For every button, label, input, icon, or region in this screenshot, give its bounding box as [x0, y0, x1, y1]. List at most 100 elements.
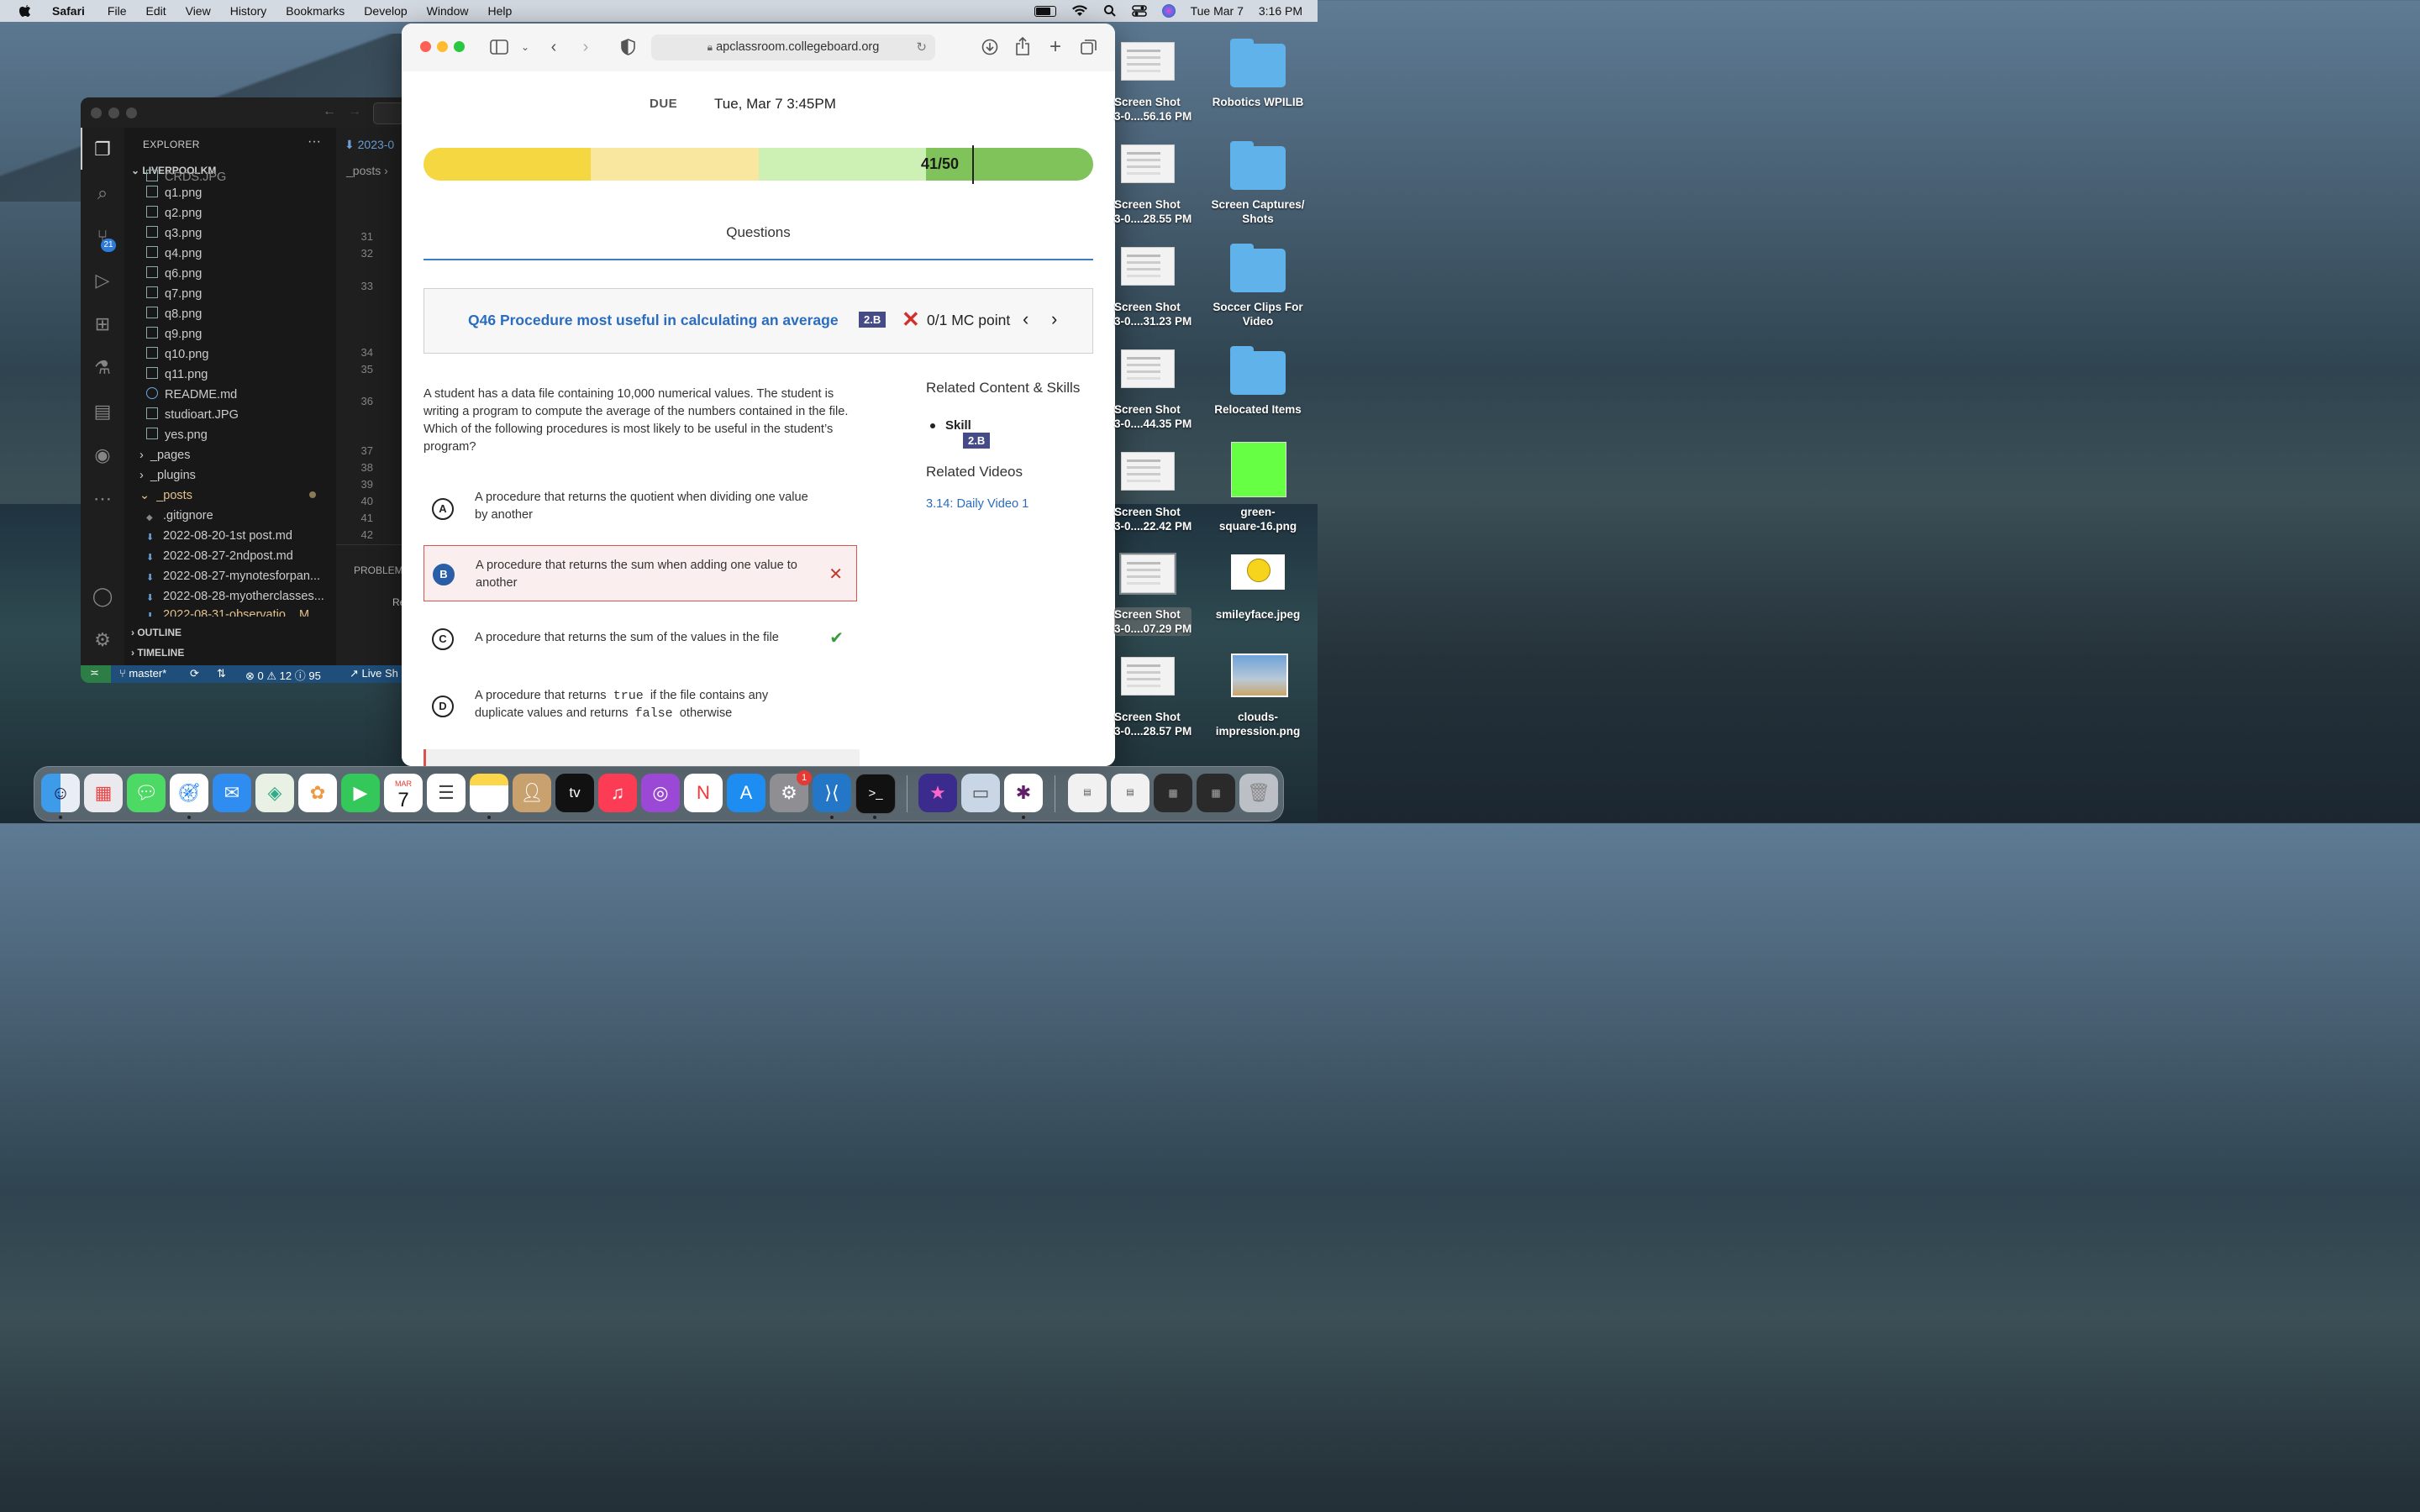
- file-item[interactable]: q1.png: [146, 183, 335, 203]
- breadcrumb[interactable]: _posts ›: [346, 164, 388, 177]
- maps-icon[interactable]: ◈: [255, 774, 294, 812]
- menu-history[interactable]: History: [230, 4, 267, 18]
- option-a[interactable]: A A procedure that returns the quotient …: [424, 489, 857, 545]
- folder-item[interactable]: ⌄ _posts: [139, 486, 329, 506]
- sync-icon[interactable]: ⟳: [190, 667, 199, 680]
- control-center-icon[interactable]: [1131, 4, 1147, 18]
- downloads-stack-icon[interactable]: ▦: [1197, 774, 1235, 812]
- safari-icon[interactable]: 🧭︎: [170, 774, 208, 812]
- facetime-icon[interactable]: ▶: [341, 774, 380, 812]
- next-question-button[interactable]: ›: [1051, 308, 1057, 330]
- option-d[interactable]: D A procedure that returns true if the f…: [424, 687, 857, 743]
- more-icon[interactable]: ⋯: [91, 487, 114, 511]
- file-item[interactable]: ◆ .gitignore: [146, 506, 335, 526]
- app-store-icon[interactable]: A: [727, 774, 765, 812]
- file-item[interactable]: q11.png: [146, 365, 335, 385]
- option-b[interactable]: B A procedure that returns the sum when …: [424, 545, 857, 601]
- explorer-more-button[interactable]: ···: [308, 134, 321, 150]
- spotlight-search-icon[interactable]: [1103, 4, 1117, 18]
- live-share-button[interactable]: ↗ Live Sh: [350, 667, 398, 680]
- terminal-icon[interactable]: >_: [855, 774, 896, 814]
- file-item[interactable]: ⬇ 2022-08-20-1st post.md: [146, 526, 335, 546]
- calendar-icon[interactable]: MAR 7: [384, 774, 423, 812]
- settings-gear-icon[interactable]: ⚙: [91, 628, 114, 652]
- github-icon[interactable]: ◉: [91, 444, 114, 467]
- folder-item[interactable]: › _pages: [139, 445, 329, 465]
- finder-icon[interactable]: ☺: [41, 774, 80, 812]
- vscode-minimize-button[interactable]: [108, 108, 119, 118]
- imovie-icon[interactable]: ★: [918, 774, 957, 812]
- wifi-icon[interactable]: [1071, 5, 1088, 17]
- file-item-partial[interactable]: ⬇ 2022-08-31-observatio... M: [146, 606, 335, 617]
- downloads-icon[interactable]: [981, 39, 998, 55]
- share-icon[interactable]: [1015, 37, 1030, 55]
- menu-help[interactable]: Help: [487, 4, 512, 18]
- timeline-section[interactable]: › TIMELINE: [131, 647, 184, 659]
- file-item[interactable]: q10.png: [146, 344, 335, 365]
- privacy-shield-icon[interactable]: [621, 39, 635, 55]
- forward-icon[interactable]: ›: [576, 37, 596, 57]
- file-item[interactable]: ⬇ 2022-08-28-myotherclasses...: [146, 586, 335, 606]
- publish-icon[interactable]: ⇅: [217, 667, 226, 680]
- menu-file[interactable]: File: [108, 4, 127, 18]
- editor-tab[interactable]: ⬇ 2023-0: [345, 138, 394, 152]
- file-item[interactable]: ⬇ 2022-08-27-mynotesforpan...: [146, 566, 335, 586]
- screenshot-stack-icon[interactable]: ▦: [1154, 774, 1192, 812]
- trash-icon[interactable]: 🗑︎: [1239, 774, 1278, 812]
- close-button[interactable]: [420, 41, 431, 52]
- launchpad-icon[interactable]: ▦: [84, 774, 123, 812]
- contacts-icon[interactable]: 👤︎: [513, 774, 551, 812]
- vscode-zoom-button[interactable]: [126, 108, 137, 118]
- file-item[interactable]: q3.png: [146, 223, 335, 244]
- mail-icon[interactable]: ✉: [213, 774, 251, 812]
- file-item[interactable]: q4.png: [146, 244, 335, 264]
- extensions-icon[interactable]: ⊞: [91, 312, 114, 336]
- notebook-icon[interactable]: ▤: [91, 400, 114, 423]
- file-item[interactable]: q9.png: [146, 324, 335, 344]
- chevron-down-icon[interactable]: ⌄: [515, 37, 535, 57]
- menubar-date[interactable]: Tue Mar 7: [1191, 4, 1244, 18]
- battery-icon[interactable]: [1034, 5, 1056, 17]
- file-item[interactable]: q7.png: [146, 284, 335, 304]
- tab-overview-icon[interactable]: [1081, 39, 1097, 55]
- file-item-partial[interactable]: CRDS.JPG: [146, 170, 335, 181]
- video-link[interactable]: 3.14: Daily Video 1: [926, 497, 1028, 511]
- outline-section[interactable]: › OUTLINE: [131, 627, 182, 638]
- music-icon[interactable]: ♫: [598, 774, 637, 812]
- heic-document-icon[interactable]: ▤: [1111, 774, 1150, 812]
- zoom-button[interactable]: [454, 41, 465, 52]
- podcasts-icon[interactable]: ◎: [641, 774, 680, 812]
- siri-icon[interactable]: [1161, 4, 1176, 18]
- previous-question-button[interactable]: ‹: [1023, 308, 1028, 330]
- png-document-icon[interactable]: ▤: [1068, 774, 1107, 812]
- vscode-close-button[interactable]: [91, 108, 102, 118]
- file-item[interactable]: q2.png: [146, 203, 335, 223]
- explorer-icon[interactable]: ❐: [91, 138, 114, 161]
- menu-view[interactable]: View: [186, 4, 211, 18]
- reload-icon[interactable]: ↻: [916, 34, 927, 60]
- reminders-icon[interactable]: ☰: [427, 774, 466, 812]
- back-arrow-icon[interactable]: ←: [323, 104, 336, 119]
- menubar-time[interactable]: 3:16 PM: [1259, 4, 1302, 18]
- menu-bookmarks[interactable]: Bookmarks: [286, 4, 345, 18]
- forward-arrow-icon[interactable]: →: [348, 104, 361, 119]
- file-item[interactable]: q6.png: [146, 264, 335, 284]
- file-item[interactable]: yes.png: [146, 425, 335, 445]
- file-item[interactable]: studioart.JPG: [146, 405, 335, 425]
- apple-tv-icon[interactable]: tv: [555, 774, 594, 812]
- vscode-icon[interactable]: ⟩⟨: [813, 774, 851, 812]
- menu-window[interactable]: Window: [427, 4, 469, 18]
- remote-button[interactable]: ≍: [81, 665, 111, 683]
- file-item[interactable]: ⬇ 2022-08-27-2ndpost.md: [146, 546, 335, 566]
- preview-icon[interactable]: ▭: [961, 774, 1000, 812]
- run-debug-icon[interactable]: ▷: [91, 269, 114, 292]
- new-tab-icon[interactable]: +: [1045, 37, 1065, 57]
- branch-indicator[interactable]: ⑂ master*: [119, 667, 166, 680]
- menu-edit[interactable]: Edit: [145, 4, 166, 18]
- account-icon[interactable]: ◯: [91, 585, 114, 608]
- folder-item[interactable]: › _plugins: [139, 465, 329, 486]
- file-item[interactable]: README.md: [146, 385, 335, 405]
- question-title[interactable]: Q46 Procedure most useful in calculating…: [468, 312, 839, 329]
- menu-app-name[interactable]: Safari: [52, 4, 85, 18]
- minimize-button[interactable]: [437, 41, 448, 52]
